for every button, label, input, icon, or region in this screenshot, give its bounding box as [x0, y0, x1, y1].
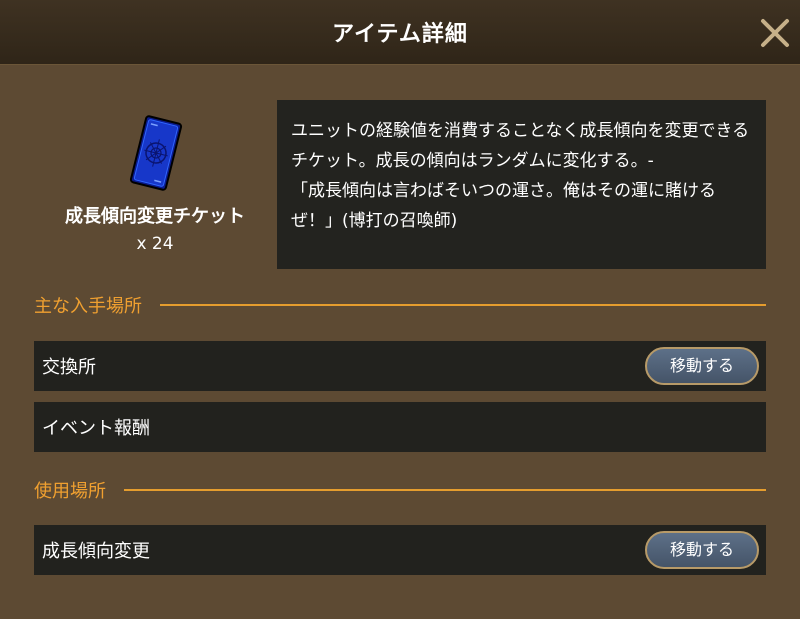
row-label: 成長傾向変更: [42, 541, 150, 562]
usage-section-label: 使用場所: [34, 481, 106, 502]
dialog-title: アイテム詳細: [332, 22, 468, 47]
item-description: ユニットの経験値を消費することなく成長傾向を変更できるチケット。成長の傾向はラン…: [291, 121, 750, 231]
header-bar: アイテム詳細: [0, 0, 800, 65]
move-button[interactable]: 移動する: [645, 531, 759, 569]
blue-ticket-icon: [129, 115, 183, 191]
acquisition-section-header: 主な入手場所: [34, 292, 766, 318]
row-label: イベント報酬: [42, 418, 150, 439]
section-divider: [124, 489, 766, 491]
move-button[interactable]: 移動する: [645, 347, 759, 385]
item-count: x 24: [136, 234, 174, 254]
usage-section-header: 使用場所: [34, 477, 766, 503]
usage-row-growth-change: 成長傾向変更 移動する: [34, 525, 766, 575]
acquisition-section-label: 主な入手場所: [34, 296, 142, 317]
acquisition-row-event: イベント報酬: [34, 402, 766, 452]
item-name: 成長傾向変更チケット: [65, 206, 245, 227]
section-divider: [160, 304, 766, 306]
description-panel: ユニットの経験値を消費することなく成長傾向を変更できるチケット。成長の傾向はラン…: [277, 100, 766, 269]
row-label: 交換所: [42, 357, 96, 378]
close-icon[interactable]: [756, 14, 794, 52]
acquisition-row-exchange: 交換所 移動する: [34, 341, 766, 391]
